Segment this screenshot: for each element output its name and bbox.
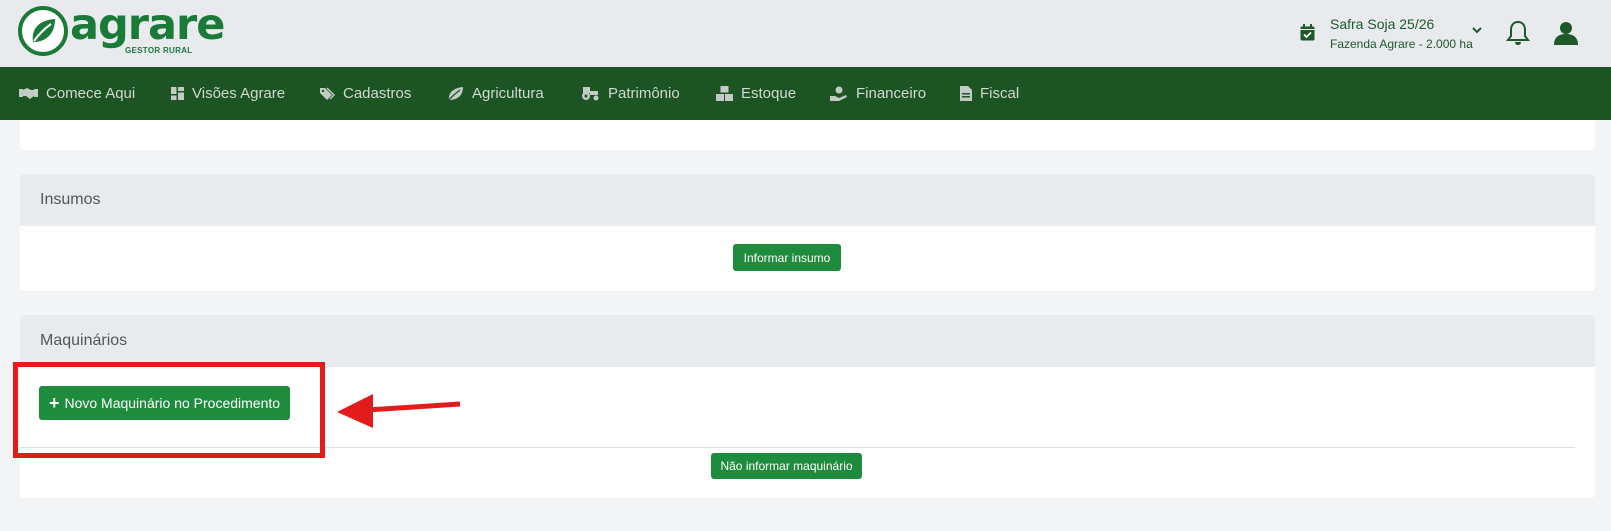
farm-name: Fazenda Agrare - 2.000 ha bbox=[1330, 37, 1473, 51]
maquinarios-title: Maquinários bbox=[20, 315, 1595, 367]
brand-name: agrare bbox=[70, 0, 225, 50]
nav-label: Comece Aqui bbox=[46, 85, 136, 102]
brand-tagline: GESTOR RURAL bbox=[125, 46, 193, 55]
nav-item-visoes-agrare[interactable]: Visões Agrare bbox=[171, 67, 285, 120]
nav-item-estoque[interactable]: Estoque bbox=[716, 67, 796, 120]
nav-label: Fiscal bbox=[980, 85, 1020, 102]
nav-label: Visões Agrare bbox=[192, 85, 286, 102]
tractor-icon bbox=[582, 87, 599, 101]
nav-label: Agricultura bbox=[472, 85, 544, 102]
insumos-card: Insumos Informar insumo bbox=[20, 174, 1595, 291]
nav-item-patrimonio[interactable]: Patrimônio bbox=[580, 67, 680, 120]
season-selector[interactable]: Safra Soja 25/26 Fazenda Agrare - 2.000 … bbox=[1300, 14, 1482, 54]
top-header: agrare GESTOR RURAL Safra Soja 25/26 Faz… bbox=[0, 0, 1611, 67]
handshake-icon bbox=[19, 88, 38, 99]
boxes-icon bbox=[716, 86, 733, 101]
main-nav: Comece Aqui Visões Agrare Cadastros Agri… bbox=[0, 67, 1611, 120]
annotation-highlight-box bbox=[13, 362, 325, 458]
informar-insumo-button[interactable]: Informar insumo bbox=[733, 244, 841, 271]
insumos-title: Insumos bbox=[20, 174, 1595, 226]
nav-label: Cadastros bbox=[343, 85, 412, 102]
nav-item-cadastros[interactable]: Cadastros bbox=[320, 67, 411, 120]
agrare-logo[interactable]: agrare GESTOR RURAL bbox=[18, 0, 225, 62]
file-invoice-icon bbox=[960, 86, 972, 101]
bell-icon[interactable] bbox=[1506, 20, 1530, 46]
nav-item-comece-aqui[interactable]: Comece Aqui bbox=[19, 67, 135, 120]
tags-icon bbox=[320, 87, 335, 100]
calendar-check-icon bbox=[1300, 24, 1315, 41]
season-name: Safra Soja 25/26 bbox=[1330, 16, 1435, 32]
skip-machinery-button[interactable]: Não informar maquinário bbox=[711, 453, 862, 479]
leaf-logo-icon bbox=[18, 6, 68, 56]
nav-item-fiscal[interactable]: Fiscal bbox=[960, 67, 1019, 120]
dashboard-icon bbox=[171, 87, 184, 100]
chevron-down-icon bbox=[1472, 27, 1482, 34]
nav-label: Patrimônio bbox=[608, 85, 680, 102]
nav-item-financeiro[interactable]: Financeiro bbox=[830, 67, 926, 120]
nav-item-agricultura[interactable]: Agricultura bbox=[447, 67, 544, 120]
leaf-icon bbox=[447, 87, 463, 101]
previous-section-card bbox=[20, 120, 1595, 150]
user-icon[interactable] bbox=[1553, 20, 1579, 46]
hand-holding-dollar-icon bbox=[830, 86, 847, 101]
annotation-arrow-icon bbox=[337, 394, 461, 428]
nav-label: Financeiro bbox=[856, 85, 927, 102]
nav-label: Estoque bbox=[741, 85, 797, 102]
